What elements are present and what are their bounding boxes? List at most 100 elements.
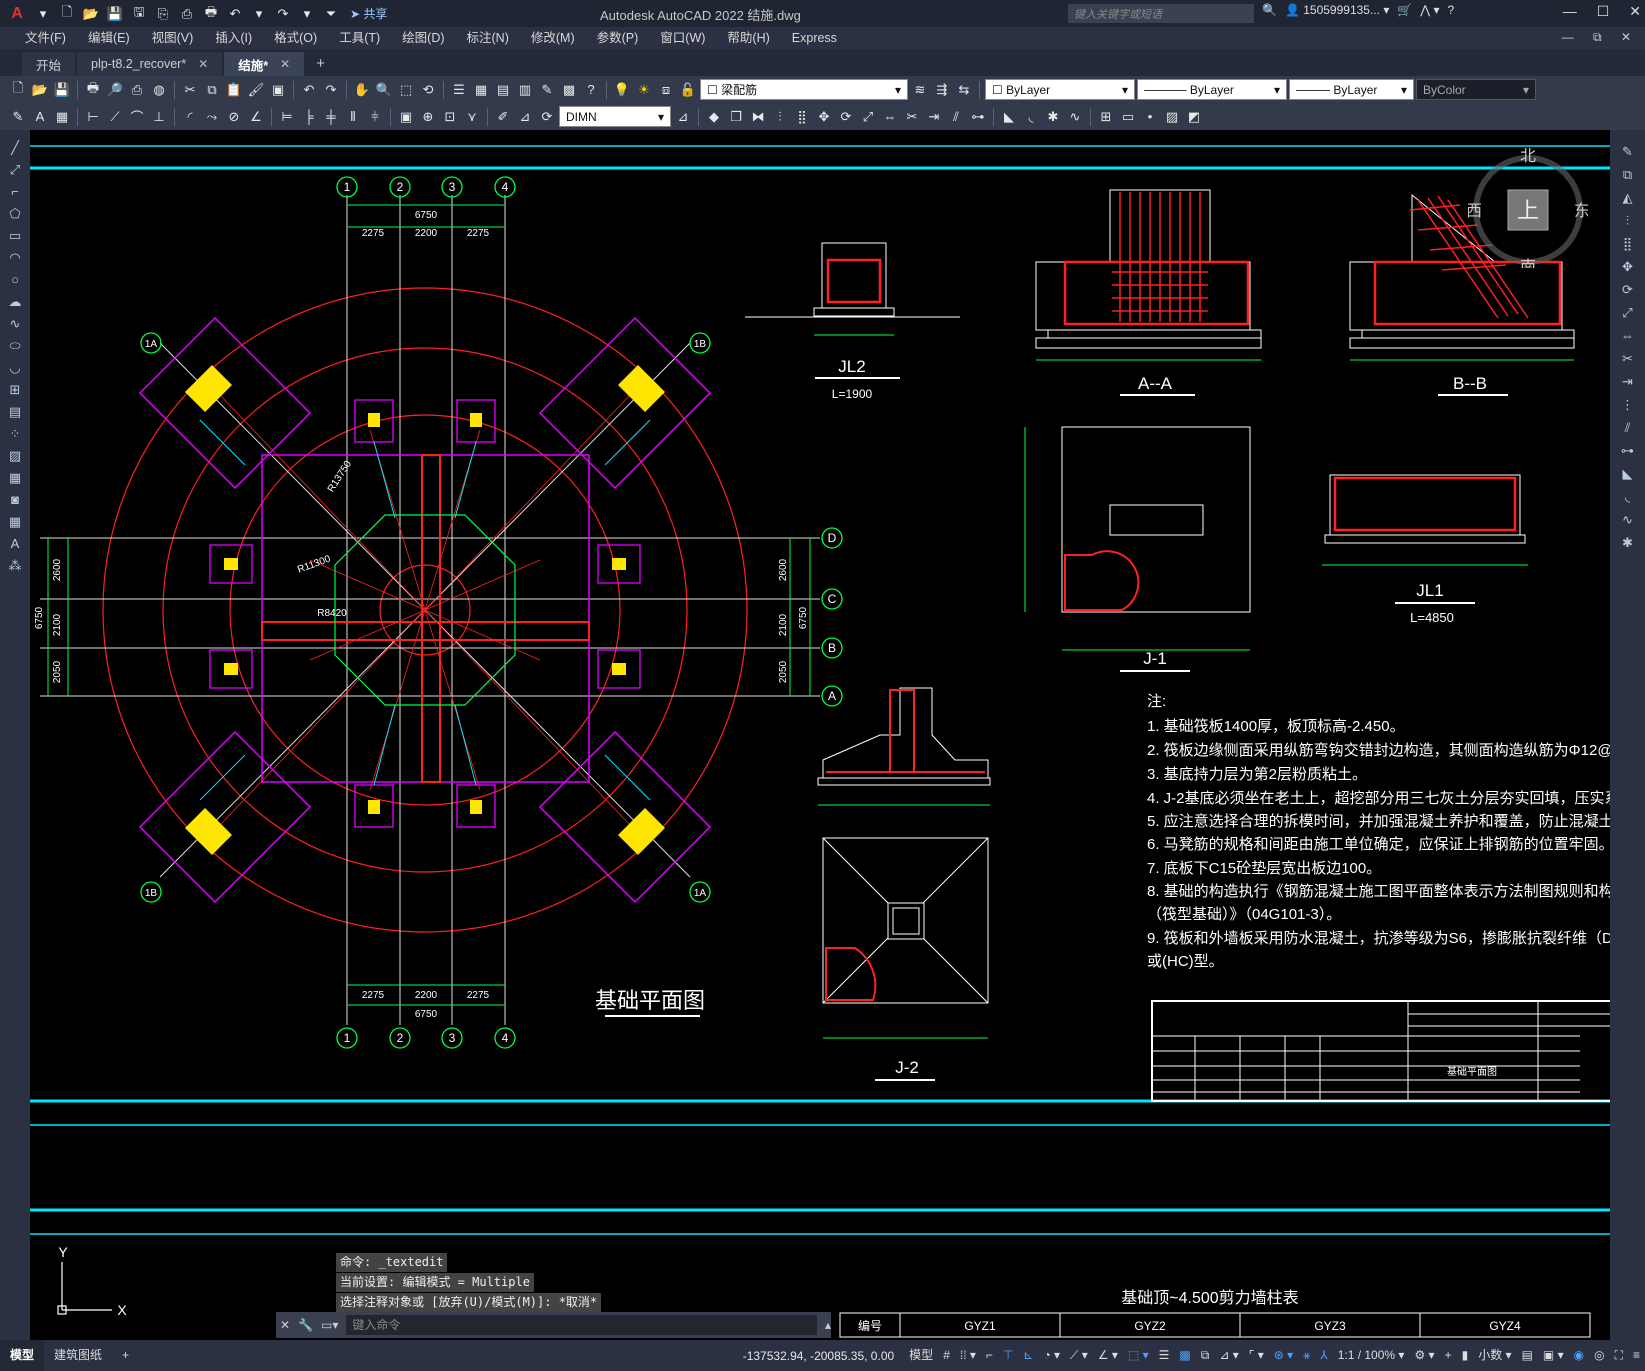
offset-icon[interactable]: ⫶ bbox=[1617, 211, 1639, 230]
menu-file[interactable]: 文件(F) bbox=[14, 27, 77, 49]
paste-icon[interactable]: 📋 bbox=[224, 80, 244, 100]
transparency-icon[interactable]: ▩ bbox=[1174, 1340, 1195, 1371]
menu-parametric[interactable]: 参数(P) bbox=[586, 27, 650, 49]
make-current-icon[interactable]: ⇶ bbox=[932, 80, 952, 100]
annotation-monitor-icon[interactable]: + bbox=[1440, 1340, 1457, 1371]
break-at-point-icon[interactable]: ⋮ bbox=[1617, 395, 1639, 414]
array-icon[interactable]: ⣿ bbox=[792, 107, 812, 127]
plot-preview-icon[interactable]: 🔎 bbox=[105, 80, 125, 100]
dim-radius-icon[interactable]: ◜ bbox=[180, 107, 200, 127]
copy-object-icon[interactable]: ❐ bbox=[726, 107, 746, 127]
tolerance-icon[interactable]: ▣ bbox=[396, 107, 416, 127]
units-dropdown[interactable]: 小数 ▾ bbox=[1473, 1340, 1516, 1371]
construction-line-icon[interactable]: ⤢ bbox=[4, 160, 26, 179]
tab-plp-recover[interactable]: plp-t8.2_recover* ✕ bbox=[77, 52, 223, 76]
close-icon[interactable]: ✕ bbox=[1629, 3, 1641, 20]
grid-icon[interactable]: # bbox=[938, 1340, 955, 1371]
customize-icon[interactable]: 🔧 bbox=[298, 1318, 313, 1332]
open-icon[interactable]: 📂 bbox=[30, 80, 50, 100]
minimize-icon[interactable]: — bbox=[1563, 3, 1577, 20]
selection-filter-icon[interactable]: ⊛ ▾ bbox=[1269, 1340, 1298, 1371]
layer-previous-icon[interactable]: ⇆ bbox=[954, 80, 974, 100]
command-input[interactable]: 键入命令 bbox=[346, 1315, 817, 1335]
layout-tab-architecture[interactable]: 建筑图纸 bbox=[44, 1340, 112, 1371]
plot-icon[interactable]: 🖶 bbox=[200, 4, 222, 24]
menu-format[interactable]: 格式(O) bbox=[263, 27, 328, 49]
layout-tab-model[interactable]: 模型 bbox=[0, 1340, 45, 1371]
rotate-icon[interactable]: ⟳ bbox=[1617, 280, 1639, 299]
help-icon[interactable]: ? bbox=[1448, 3, 1455, 17]
menu-dimension[interactable]: 标注(N) bbox=[456, 27, 520, 49]
cart-icon[interactable]: 🛒 bbox=[1397, 3, 1412, 17]
cut-icon[interactable]: ✂ bbox=[180, 80, 200, 100]
publish-icon[interactable]: ⎙ bbox=[127, 80, 147, 100]
layer-on-icon[interactable]: 💡 bbox=[612, 80, 632, 100]
dynamic-ucs-icon[interactable]: ⌜ ▾ bbox=[1244, 1340, 1269, 1371]
color-dropdown[interactable]: ☐ ByLayer ▾ bbox=[985, 79, 1135, 100]
dim-jogged-icon[interactable]: ⤳ bbox=[202, 107, 222, 127]
quick-properties-icon[interactable]: ▤ bbox=[1517, 1340, 1538, 1371]
coordinate-readout[interactable]: -137532.94, -20085.35, 0.00 bbox=[733, 1349, 904, 1363]
app-menu-chevron-icon[interactable]: ▾ bbox=[32, 4, 54, 24]
command-history-chevron-icon[interactable]: ▴ bbox=[825, 1318, 831, 1332]
viewcube-north[interactable]: 北 bbox=[1520, 148, 1536, 165]
dim-aligned-icon[interactable]: ⟋ bbox=[105, 107, 125, 127]
scale-icon[interactable]: ⤢ bbox=[1617, 303, 1639, 322]
layer-properties-icon[interactable]: ≋ bbox=[910, 80, 930, 100]
add-layout-button[interactable]: + bbox=[112, 1340, 139, 1371]
dim-diameter-icon[interactable]: ⊘ bbox=[224, 107, 244, 127]
plotstyle-dropdown[interactable]: ByColor ▾ bbox=[1416, 79, 1536, 100]
polyline-icon[interactable]: ⌐ bbox=[4, 182, 26, 201]
table-icon[interactable]: ▦ bbox=[4, 512, 26, 531]
erase-icon[interactable]: ✎ bbox=[1617, 142, 1639, 161]
customize-qat-icon[interactable]: ⏷ bbox=[320, 4, 342, 24]
isolate-objects-icon[interactable]: ◉ bbox=[1569, 1340, 1589, 1371]
dim-edit-icon[interactable]: ✐ bbox=[493, 107, 513, 127]
dim-baseline-icon[interactable]: ╞ bbox=[299, 107, 319, 127]
mtext-icon[interactable]: A bbox=[4, 534, 26, 553]
zoom-window-icon[interactable]: ⬚ bbox=[396, 80, 416, 100]
text-style-icon[interactable]: A bbox=[30, 107, 50, 127]
properties-icon[interactable]: ☰ bbox=[449, 80, 469, 100]
zoom-realtime-icon[interactable]: 🔍 bbox=[374, 80, 394, 100]
dimstyle-dropdown[interactable]: DIMN ▾ bbox=[559, 106, 671, 127]
fillet-icon[interactable]: ◟ bbox=[1021, 107, 1041, 127]
save-as-icon[interactable]: 🖫 bbox=[128, 4, 150, 24]
drawing-canvas[interactable]: 6750 2275 2200 2275 2275 2200 2275 6750 … bbox=[30, 130, 1610, 1340]
explode-icon[interactable]: ✱ bbox=[1617, 533, 1639, 552]
menu-draw[interactable]: 绘图(D) bbox=[391, 27, 455, 49]
block-editor-icon[interactable]: ▣ bbox=[268, 80, 288, 100]
scale-icon[interactable]: ⤢ bbox=[858, 107, 878, 127]
explode-icon[interactable]: ✱ bbox=[1043, 107, 1063, 127]
trim-icon[interactable]: ✂ bbox=[902, 107, 922, 127]
customization-icon[interactable]: ≡ bbox=[1628, 1340, 1645, 1371]
undo-icon[interactable]: ↶ bbox=[299, 80, 319, 100]
chamfer-icon[interactable]: ◣ bbox=[999, 107, 1019, 127]
chamfer-icon[interactable]: ◣ bbox=[1617, 464, 1639, 483]
layer-unlock-icon[interactable]: 🔓 bbox=[678, 80, 698, 100]
linetype-dropdown[interactable]: ───── ByLayer ▾ bbox=[1137, 79, 1287, 100]
export-icon[interactable]: ⎘ bbox=[152, 4, 174, 24]
close-icon[interactable]: ✕ bbox=[280, 1318, 290, 1332]
spline-icon[interactable]: ∿ bbox=[4, 314, 26, 333]
open-file-icon[interactable]: 📂 bbox=[80, 4, 102, 24]
break-icon[interactable]: ⫽ bbox=[1617, 418, 1639, 437]
lineweight-dropdown[interactable]: ──── ByLayer ▾ bbox=[1289, 79, 1414, 100]
revision-cloud-icon[interactable]: ☁ bbox=[4, 292, 26, 311]
style-icon[interactable]: ✎ bbox=[8, 107, 28, 127]
viewcube-face[interactable]: 上 bbox=[1517, 198, 1539, 223]
copy-icon[interactable]: ⧉ bbox=[1617, 165, 1639, 184]
design-center-icon[interactable]: ▦ bbox=[471, 80, 491, 100]
dim-continue-icon[interactable]: ╪ bbox=[321, 107, 341, 127]
new-tab-button[interactable]: + bbox=[306, 52, 335, 76]
undo-icon[interactable]: ↶ bbox=[224, 4, 246, 24]
snap-icon[interactable]: ⁞⁞ ▾ bbox=[955, 1340, 981, 1371]
mirror-icon[interactable]: ⧓ bbox=[748, 107, 768, 127]
isodraft-icon[interactable]: ⟋ ▾ bbox=[1065, 1340, 1093, 1371]
plot-icon[interactable]: 🖶 bbox=[83, 80, 103, 100]
dim-update-icon[interactable]: ⟳ bbox=[537, 107, 557, 127]
viewcube-west[interactable]: 西 bbox=[1468, 203, 1482, 220]
graphics-performance-icon[interactable]: ◎ bbox=[1589, 1340, 1609, 1371]
markup-icon[interactable]: ✎ bbox=[537, 80, 557, 100]
lineweight-icon[interactable]: ☰ bbox=[1154, 1340, 1175, 1371]
